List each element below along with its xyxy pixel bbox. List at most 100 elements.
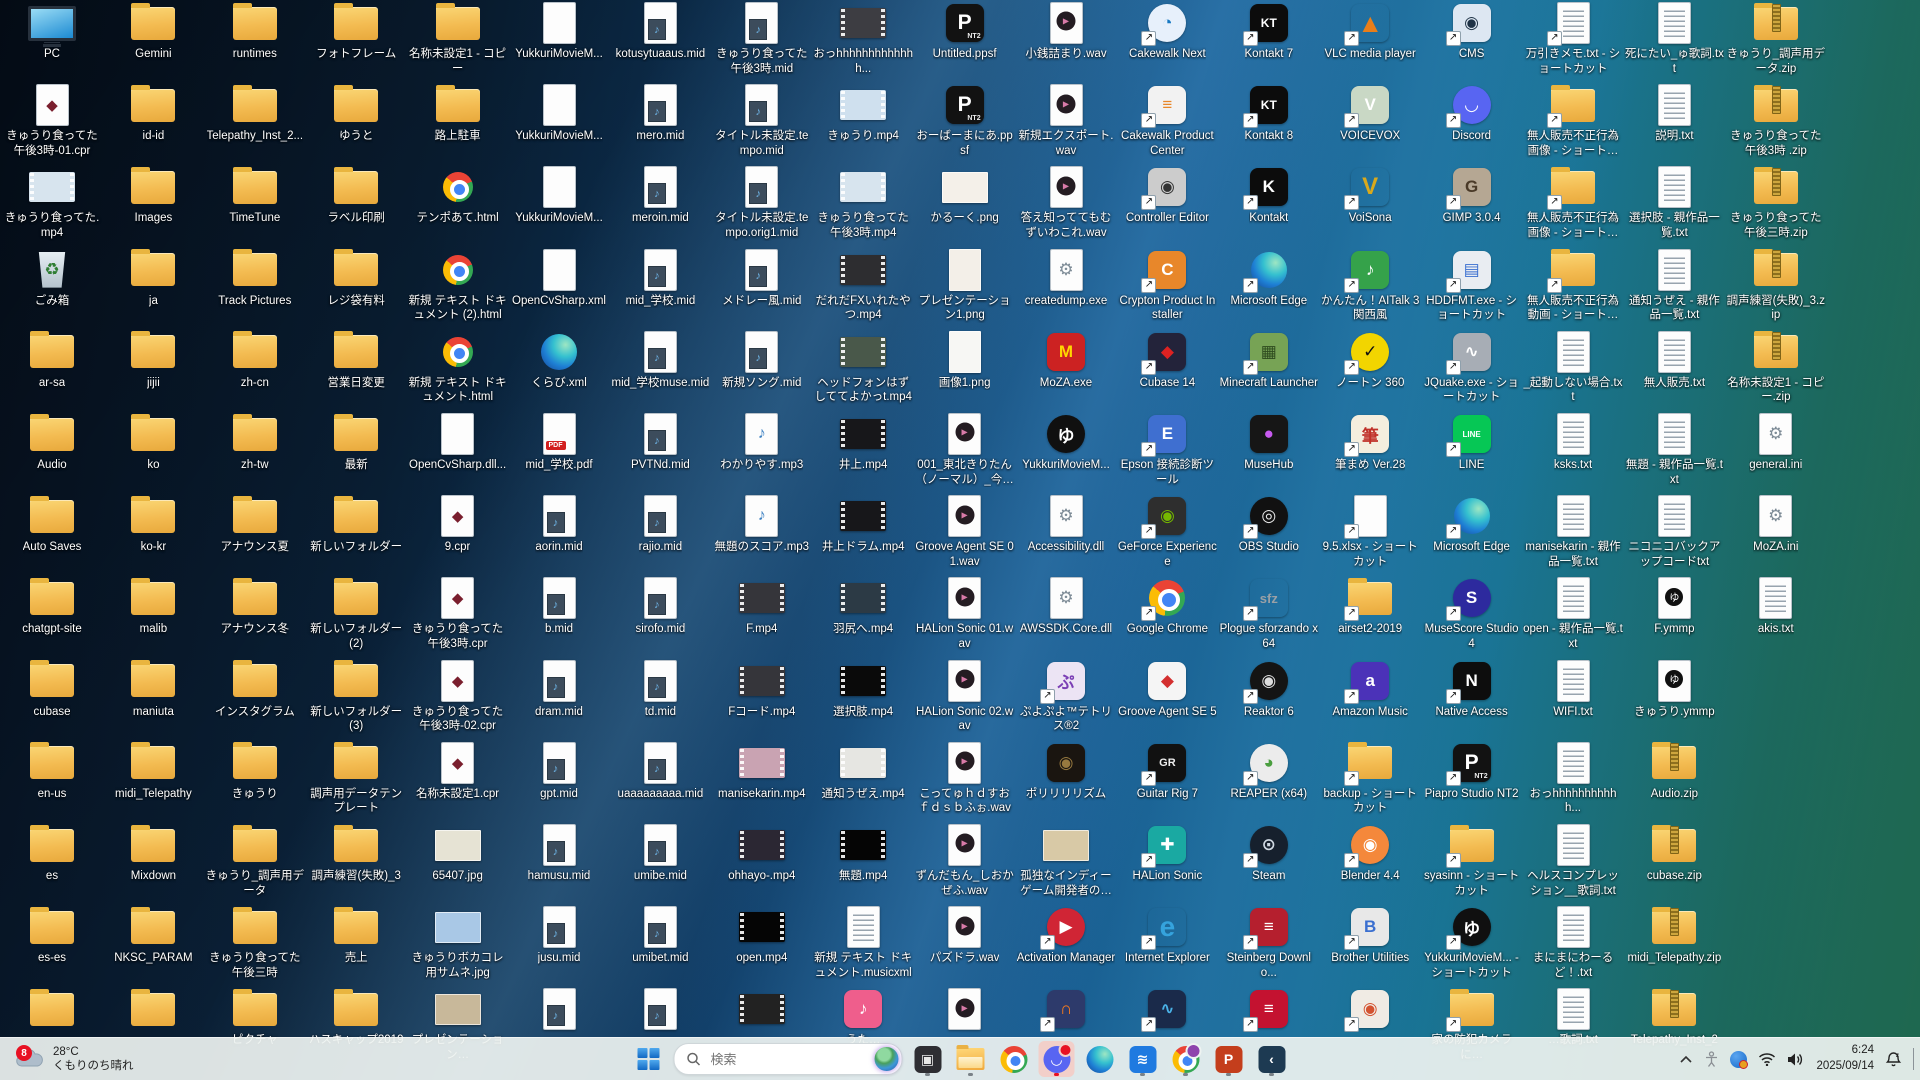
tray-chevron-up-icon[interactable] bbox=[1679, 1055, 1693, 1064]
desktop-icon[interactable]: cubase.zip bbox=[1623, 822, 1725, 904]
taskbar-cubase-button[interactable]: ‹ bbox=[1254, 1041, 1290, 1077]
desktop-icon[interactable]: ▶Groove Agent SE 01.wav bbox=[914, 493, 1016, 575]
desktop-icon[interactable]: ♪mid_学校muse.mid bbox=[609, 329, 711, 411]
search-highlight-globe-icon[interactable] bbox=[875, 1047, 899, 1071]
desktop-icon[interactable]: ko bbox=[102, 411, 204, 493]
desktop-icon[interactable]: ♪mero.mid bbox=[609, 82, 711, 164]
desktop-icon[interactable]: WIFI.txt bbox=[1522, 658, 1624, 740]
desktop-icon[interactable]: open - 親作品一覧.txt bbox=[1522, 575, 1624, 657]
desktop-icon[interactable]: おっhhhhhhhhhhh... bbox=[1522, 740, 1624, 822]
desktop-icon[interactable]: zh-tw bbox=[204, 411, 306, 493]
desktop-icon[interactable]: ⚙Accessibility.dll bbox=[1015, 493, 1117, 575]
desktop-icon[interactable]: ♪タイトル未設定.tempo.mid bbox=[711, 82, 813, 164]
desktop-icon[interactable]: 最新 bbox=[305, 411, 407, 493]
desktop-icon[interactable]: 新しいフォルダー (2) bbox=[305, 575, 407, 657]
desktop-icon[interactable]: 新規 テキスト ドキュメント.musicxml bbox=[812, 904, 914, 986]
desktop-icon[interactable]: インスタグラム bbox=[204, 658, 306, 740]
desktop-icon[interactable]: 調声練習(失敗)_3.zip bbox=[1725, 247, 1827, 329]
desktop-icon[interactable]: N↗Native Access bbox=[1421, 658, 1523, 740]
desktop-icon[interactable]: まにまにわーるど！.txt bbox=[1522, 904, 1624, 986]
clock[interactable]: 6:24 2025/09/14 bbox=[1816, 1043, 1874, 1074]
desktop-icon[interactable]: id-id bbox=[102, 82, 204, 164]
desktop-icon[interactable]: ◉↗Blender 4.4 bbox=[1319, 822, 1421, 904]
desktop-icon[interactable]: S↗MuseScore Studio 4 bbox=[1421, 575, 1523, 657]
taskbar-edge-button[interactable] bbox=[1082, 1041, 1118, 1077]
desktop-icon[interactable]: ↗Microsoft Edge bbox=[1421, 493, 1523, 575]
desktop-icon[interactable]: PNT2Untitled.ppsf bbox=[914, 0, 1016, 82]
desktop-icon[interactable]: ↗9.5.xlsx - ショートカット bbox=[1319, 493, 1421, 575]
desktop-icon[interactable]: アナウンス夏 bbox=[204, 493, 306, 575]
desktop-icon[interactable]: 調声練習(失敗)_3 bbox=[305, 822, 407, 904]
desktop-icon[interactable]: ◆↗Cubase 14 bbox=[1116, 329, 1218, 411]
desktop-icon[interactable]: きゅうり食ってた午後三時 bbox=[204, 904, 306, 986]
desktop-icon[interactable]: 名称未設定1 - コピー bbox=[407, 0, 509, 82]
desktop-icon[interactable]: ▶HALion Sonic 01.wav bbox=[914, 575, 1016, 657]
desktop-icon[interactable]: 孤独なインディーゲーム開発者の一生 ... bbox=[1015, 822, 1117, 904]
desktop-icon[interactable]: Audio bbox=[1, 411, 103, 493]
desktop-icon[interactable]: きゅうり食ってた午後3時.mp4 bbox=[812, 164, 914, 246]
desktop-icon[interactable]: ◡↗Discord bbox=[1421, 82, 1523, 164]
desktop-icon[interactable]: ▶答え知っててもむずいわこれ.wav bbox=[1015, 164, 1117, 246]
desktop-icon[interactable]: おっhhhhhhhhhhhhh... bbox=[812, 0, 914, 82]
desktop-icon[interactable]: 説明.txt bbox=[1623, 82, 1725, 164]
desktop-icon[interactable]: ♪gpt.mid bbox=[508, 740, 610, 822]
desktop-icon[interactable]: きゅうり bbox=[204, 740, 306, 822]
desktop-icon[interactable]: ぷ↗ぷよぷよ™テトリス®2 bbox=[1015, 658, 1117, 740]
desktop-icon[interactable]: ニコニコバックアップコードtxt bbox=[1623, 493, 1725, 575]
desktop-icon[interactable]: Fコード.mp4 bbox=[711, 658, 813, 740]
desktop-icon[interactable]: ♪↗かんたん！AITalk 3 関西風 bbox=[1319, 247, 1421, 329]
desktop-icon[interactable]: F.mp4 bbox=[711, 575, 813, 657]
desktop-icon[interactable]: es bbox=[1, 822, 103, 904]
desktop-icon[interactable]: zh-cn bbox=[204, 329, 306, 411]
desktop-icon[interactable]: ▶小銭詰まり.wav bbox=[1015, 0, 1117, 82]
desktop-icon[interactable]: ▶こってゅｈｄすおｆｄｓｂふぉ.wav bbox=[914, 740, 1016, 822]
desktop-icon[interactable]: E↗Epson 接続診断ツール bbox=[1116, 411, 1218, 493]
desktop-icon[interactable]: 新規 テキスト ドキュメント (2).html bbox=[407, 247, 509, 329]
desktop-icon[interactable]: jijii bbox=[102, 329, 204, 411]
desktop-icon[interactable]: ◆Groove Agent SE 5 bbox=[1116, 658, 1218, 740]
desktop-icon[interactable]: 井上.mp4 bbox=[812, 411, 914, 493]
desktop-icon[interactable]: ◎↗OBS Studio bbox=[1218, 493, 1320, 575]
desktop-icon[interactable]: 通知うぜえ - 親作品一覧.txt bbox=[1623, 247, 1725, 329]
desktop-icon[interactable]: PNT2おーばーまにあ.ppsf bbox=[914, 82, 1016, 164]
desktop-icon[interactable]: ⚙general.ini bbox=[1725, 411, 1827, 493]
desktop-icon[interactable]: ♪meroin.mid bbox=[609, 164, 711, 246]
desktop-icon[interactable]: YukkuriMovieM... bbox=[508, 0, 610, 82]
weather-widget[interactable]: 8 28°C くもりのち晴れ bbox=[8, 1038, 140, 1080]
desktop-icon[interactable]: きゅうり_調声用データ.zip bbox=[1725, 0, 1827, 82]
desktop-icon[interactable]: きゅうり食ってた午後三時.zip bbox=[1725, 164, 1827, 246]
desktop-icon[interactable]: 羽尻へ.mp4 bbox=[812, 575, 914, 657]
desktop-icon[interactable]: YukkuriMovieM... bbox=[508, 164, 610, 246]
desktop-icon[interactable]: ⚙AWSSDK.Core.dll bbox=[1015, 575, 1117, 657]
desktop-icon[interactable]: NKSC_PARAM bbox=[102, 904, 204, 986]
desktop-icon[interactable]: ↗無人販売不正行為画像 - ショートカッ... bbox=[1522, 82, 1624, 164]
desktop-icon[interactable]: ja bbox=[102, 247, 204, 329]
desktop-icon[interactable]: ゆきゅうり.ymmp bbox=[1623, 658, 1725, 740]
search-box[interactable] bbox=[674, 1043, 903, 1075]
desktop-icon[interactable]: 名称未設定1 - コピー.zip bbox=[1725, 329, 1827, 411]
desktop-icon[interactable]: 井上ドラム.mp4 bbox=[812, 493, 914, 575]
desktop-icon[interactable]: ∿↗JQuake.exe - ショートカット bbox=[1421, 329, 1523, 411]
desktop-icon[interactable]: ♪b.mid bbox=[508, 575, 610, 657]
desktop-icon[interactable]: ▤↗HDDFMT.exe - ショートカット bbox=[1421, 247, 1523, 329]
desktop-icon[interactable]: a↗Amazon Music bbox=[1319, 658, 1421, 740]
desktop-icon[interactable]: midi_Telepathy bbox=[102, 740, 204, 822]
desktop-icon[interactable]: ✓↗ノートン 360 bbox=[1319, 329, 1421, 411]
desktop-icon[interactable]: PNT2↗Piapro Studio NT2 bbox=[1421, 740, 1523, 822]
search-input[interactable] bbox=[709, 1051, 867, 1068]
taskbar-discord-button[interactable]: ◡ bbox=[1039, 1041, 1075, 1077]
desktop-icon[interactable]: C↗Crypton Product Installer bbox=[1116, 247, 1218, 329]
notifications-bell-icon[interactable]: z bbox=[1885, 1051, 1902, 1068]
desktop-icon[interactable]: ♪きゅうり食ってた午後3時.mid bbox=[711, 0, 813, 82]
desktop-icon[interactable]: ▦↗Minecraft Launcher bbox=[1218, 329, 1320, 411]
desktop-icon[interactable]: Images bbox=[102, 164, 204, 246]
desktop-icon[interactable]: ♪aorin.mid bbox=[508, 493, 610, 575]
desktop-icon[interactable]: テンポあて.html bbox=[407, 164, 509, 246]
desktop-icon[interactable]: MMoZA.exe bbox=[1015, 329, 1117, 411]
desktop-icon[interactable]: midi_Telepathy.zip bbox=[1623, 904, 1725, 986]
desktop-icon[interactable]: だれだFXいれたやつ.mp4 bbox=[812, 247, 914, 329]
desktop-icon[interactable]: ♪無題のスコア.mp3 bbox=[711, 493, 813, 575]
desktop-icon[interactable]: KT↗Kontakt 8 bbox=[1218, 82, 1320, 164]
taskbar-chrome-button[interactable] bbox=[996, 1041, 1032, 1077]
desktop-icon[interactable]: 通知うぜえ.mp4 bbox=[812, 740, 914, 822]
